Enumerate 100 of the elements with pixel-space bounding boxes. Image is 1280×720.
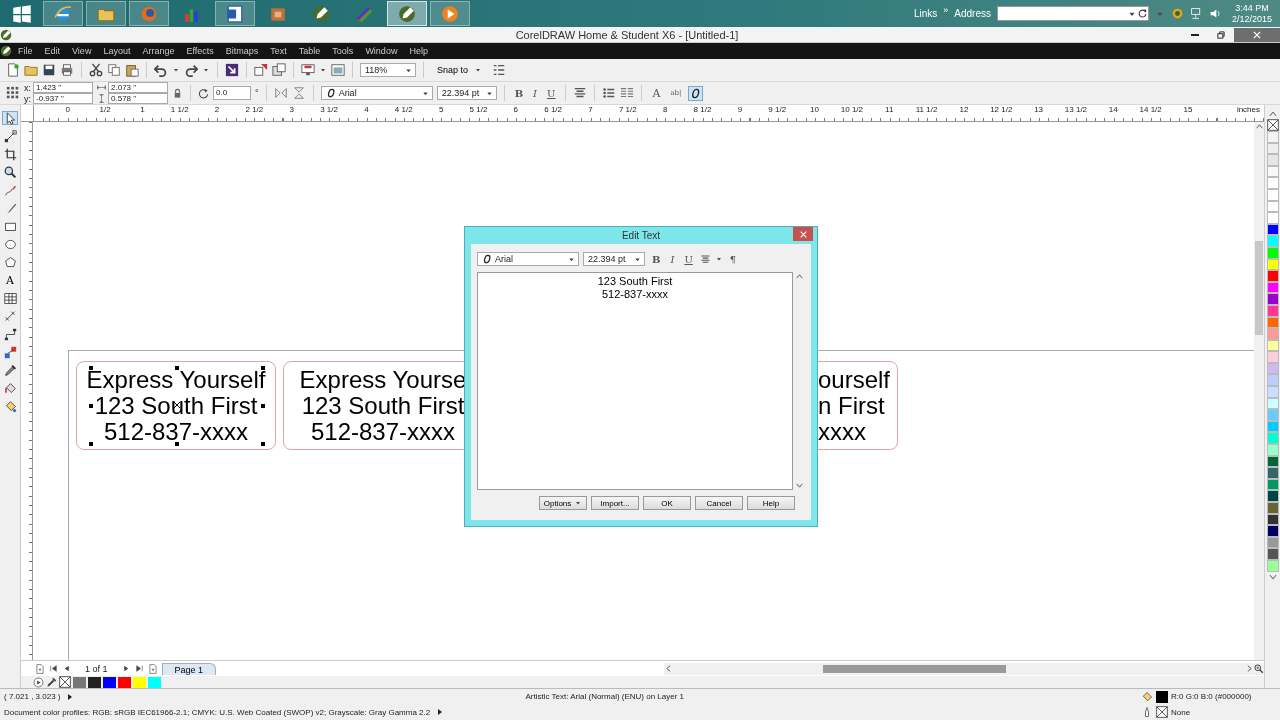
taskbar-button[interactable]	[129, 1, 169, 26]
caret-icon[interactable]	[319, 66, 327, 74]
align-icon[interactable]	[699, 253, 711, 265]
import-icon[interactable]	[225, 63, 239, 77]
color-swatch[interactable]	[1266, 409, 1279, 421]
menu-item[interactable]: Effects	[180, 46, 220, 56]
play-circle-icon[interactable]	[33, 676, 44, 688]
list-options-icon[interactable]	[491, 63, 506, 77]
text-tool-button[interactable]: A	[649, 85, 664, 101]
first-page-icon[interactable]	[49, 664, 58, 673]
font-dropdown[interactable]: Arial	[320, 86, 433, 100]
chevron[interactable]: »	[943, 4, 949, 15]
publish-icon[interactable]	[272, 63, 286, 77]
tool-button[interactable]	[2, 165, 18, 179]
dialog-button[interactable]: Cancel	[695, 496, 743, 510]
color-swatch[interactable]	[1266, 374, 1279, 387]
color-swatch[interactable]	[1266, 525, 1279, 537]
y-field[interactable]: -0.937 "	[33, 93, 93, 104]
menu-item[interactable]: View	[66, 46, 98, 56]
color-swatch[interactable]	[1266, 386, 1279, 398]
color-swatch[interactable]	[133, 676, 146, 688]
menu-item[interactable]: Bitmaps	[219, 46, 265, 56]
color-swatch[interactable]	[88, 676, 101, 688]
color-swatch[interactable]	[1266, 154, 1279, 166]
zoom-small-icon[interactable]	[1254, 663, 1264, 674]
save-icon[interactable]	[42, 63, 56, 77]
monitor-icon[interactable]	[301, 63, 315, 77]
caret-icon[interactable]	[172, 66, 180, 74]
shield-icon[interactable]	[1170, 7, 1184, 20]
undo-icon[interactable]	[154, 63, 168, 77]
dialog-button[interactable]: OK	[643, 496, 691, 510]
no-color-icon[interactable]	[59, 676, 71, 688]
color-swatch[interactable]	[1266, 351, 1279, 363]
menu-item[interactable]: Edit	[38, 46, 67, 56]
format-button[interactable]: I	[667, 252, 678, 266]
format-button[interactable]: B	[511, 86, 527, 100]
tool-button[interactable]	[2, 255, 18, 269]
tool-button[interactable]	[2, 237, 18, 251]
height-field[interactable]: 0.578 "	[108, 93, 168, 104]
redo-icon[interactable]	[184, 63, 198, 77]
format-button[interactable]: B	[649, 252, 664, 266]
taskbar-button[interactable]	[86, 1, 126, 26]
color-swatch[interactable]	[103, 676, 116, 688]
speaker-icon[interactable]	[1208, 7, 1222, 20]
color-swatch[interactable]	[1266, 212, 1279, 224]
address-field[interactable]	[996, 6, 1149, 21]
columns-icon[interactable]	[620, 86, 635, 100]
rotation-field[interactable]: 0.0	[213, 86, 251, 100]
selection-handles-drawing[interactable]	[89, 366, 265, 446]
scrollbar-thumb[interactable]	[823, 664, 1006, 673]
tool-button[interactable]	[2, 147, 18, 161]
color-swatch[interactable]	[1266, 490, 1279, 502]
font-dropdown[interactable]: Arial	[477, 252, 579, 266]
font-size-dropdown[interactable]: 22.394 pt	[583, 252, 645, 266]
mirror-icon[interactable]	[273, 86, 288, 100]
font-list-button[interactable]	[688, 85, 704, 101]
prev-page-icon[interactable]	[62, 664, 71, 673]
zoom-dropdown[interactable]: 118%	[360, 63, 416, 77]
caret-icon[interactable]	[714, 255, 723, 263]
scroll-up-icon[interactable]	[1254, 122, 1264, 131]
page-tab[interactable]: Page 1	[161, 662, 217, 675]
menu-item[interactable]: Arrange	[136, 46, 181, 56]
menu-item[interactable]: Tools	[326, 46, 360, 56]
tool-button[interactable]	[2, 291, 18, 305]
scroll-left-icon[interactable]	[664, 664, 673, 673]
close-button[interactable]	[793, 227, 813, 241]
scroll-right-icon[interactable]	[1245, 664, 1254, 673]
format-button[interactable]: U	[544, 86, 559, 100]
last-page-icon[interactable]	[134, 664, 144, 673]
color-swatch[interactable]	[1266, 467, 1279, 479]
color-swatch[interactable]	[1266, 270, 1279, 282]
dialog-button[interactable]: Options	[539, 496, 587, 510]
lock-icon[interactable]	[172, 87, 183, 99]
font-size-dropdown[interactable]: 22.394 pt	[436, 86, 497, 100]
window-icon[interactable]	[331, 63, 345, 77]
tool-button[interactable]	[2, 345, 18, 359]
text-tool[interactable]: A	[2, 273, 18, 287]
scroll-down-icon[interactable]	[795, 481, 804, 490]
tool-button[interactable]	[2, 381, 18, 395]
color-swatch[interactable]	[1266, 548, 1279, 560]
align-icon[interactable]	[573, 86, 588, 100]
network-icon[interactable]	[1189, 7, 1203, 20]
copy-icon[interactable]	[107, 63, 121, 77]
color-swatch[interactable]	[118, 676, 131, 688]
color-swatch[interactable]	[1266, 444, 1279, 456]
bullets-icon[interactable]	[602, 86, 617, 100]
scroll-up-icon[interactable]	[795, 272, 804, 281]
color-swatch[interactable]	[1266, 131, 1279, 143]
taskbar-button[interactable]	[43, 1, 83, 26]
no-color-icon[interactable]	[1266, 119, 1279, 131]
text-input-area[interactable]: 123 South First 512-837-xxxx	[477, 272, 793, 490]
grid-icon[interactable]	[6, 86, 20, 100]
menu-item[interactable]: Window	[359, 46, 404, 56]
next-page-icon[interactable]	[121, 664, 131, 673]
close-button[interactable]	[1234, 27, 1280, 42]
format-button[interactable]: U	[681, 252, 696, 266]
menu-item[interactable]: Table	[292, 46, 327, 56]
color-swatch[interactable]	[1266, 235, 1279, 247]
new-document-icon[interactable]	[6, 63, 20, 77]
snap-to-dropdown[interactable]: Snap to	[431, 64, 488, 76]
